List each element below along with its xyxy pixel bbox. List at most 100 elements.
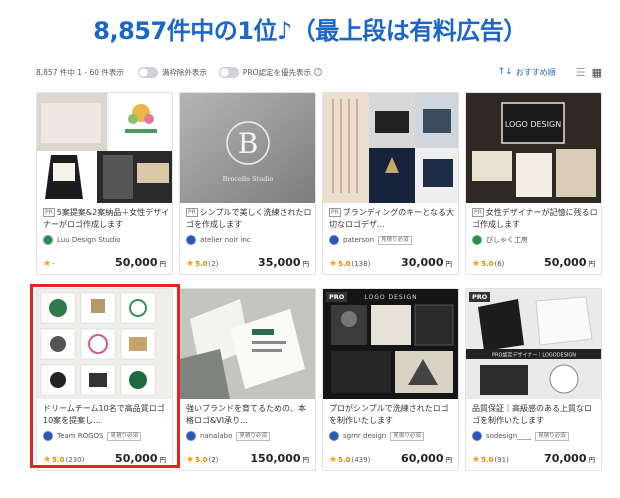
price: 70,000 円 [544,452,595,465]
service-thumbnail[interactable] [323,93,458,203]
title-text: 強いブランドを育てるための、本格ロゴ&VI承り... [186,404,306,425]
seller-name: ぴしゃく工房 [486,236,528,244]
price: 30,000 円 [401,256,452,269]
grid-view-icon[interactable]: ▦ [592,66,602,79]
help-icon[interactable]: ? [314,68,323,76]
avatar [43,235,53,245]
seller-name: nanalabo [200,432,233,440]
price-value: 30,000 [401,256,444,269]
results-toolbar: 8,857 件中 1 - 60 件表示 満枠除外表示 PRO認定を優先表示 ? … [36,64,602,80]
service-card[interactable]: 強いブランドを育てるための、本格ロゴ&VI承り... nanalabo 見積り必須… [179,288,316,471]
thumbnail-image: LOGO DESIGN [466,93,601,203]
service-title[interactable]: PR ブランディングのキーとなる大切なロゴデザ... [329,207,456,231]
seller[interactable]: sgmr design 見積り必須 [329,431,456,441]
seller-name: paterson [343,236,375,244]
service-title[interactable]: PR シンプルで美しく洗練されたロゴを作成します [186,207,313,231]
rating-score: 5.0 [195,260,208,268]
seller[interactable]: paterson 見積り必須 [329,235,456,245]
thumbnail-image [37,93,172,203]
pr-badge: PR [43,208,55,217]
list-view-icon[interactable]: ☰ [576,66,586,79]
pro-badge: PRO [326,292,348,302]
service-card[interactable]: LOGO DESIGN PRO プロがシンプルで洗練されたロゴを制作いたします … [322,288,459,471]
pr-badge: PR [186,208,198,217]
rating: ★ 5.0 (91) [472,455,509,465]
thumbnail-image [323,93,458,203]
rating-score: 5.0 [481,456,494,464]
service-card[interactable]: PR 5案提案&2案納品＋女性デザイナーがロゴ作成します Luu Design S… [36,92,173,275]
service-card[interactable]: PRO認定デザイナー｜LOGODESIGN PRO 品質保証｜高級感のある上質な… [465,288,602,471]
review-count: (439) [351,456,371,464]
seller-name: atelier noir inc [200,236,251,244]
sort-icon: ↑↓ [497,67,513,77]
service-card[interactable]: PR ブランディングのキーとなる大切なロゴデザ... paterson 見積り必須 … [322,92,459,275]
seller[interactable]: ぴしゃく工房 [472,235,599,245]
thumbnail-image: PRO認定デザイナー｜LOGODESIGN [466,289,601,399]
avatar [329,431,339,441]
review-count: (2) [208,456,219,464]
seller-name: sgmr design [343,432,387,440]
service-card[interactable]: LOGO DESIGN PR 女性デザイナーが記憶に残るロゴ作成します ぴしゃく工… [465,92,602,275]
service-thumbnail[interactable] [37,93,172,203]
rating: ★ 5.0 (6) [472,259,504,269]
service-title[interactable]: 強いブランドを育てるための、本格ロゴ&VI承り... [186,403,313,427]
ranking-banner: 8,857件中の1位♪（最上段は有料広告） [0,0,620,56]
rating: ★ - [43,259,55,269]
avatar [186,431,196,441]
title-text: プロがシンプルで洗練されたロゴを制作いたします [329,404,449,425]
price-value: 50,000 [115,256,158,269]
banner-text: 8,857件中の1位♪（最上段は有料広告） [93,16,527,45]
review-count: (91) [494,456,509,464]
service-title[interactable]: 品質保証｜高級感のある上質なロゴを制作いたします [472,403,599,427]
pro-badge: PRO [469,292,491,302]
service-title[interactable]: PR 5案提案&2案納品＋女性デザイナーがロゴ作成します [43,207,170,231]
rating: ★ 5.0 (2) [186,455,218,465]
price-value: 35,000 [258,256,301,269]
quote-required-badge: 見積り必須 [535,431,569,441]
pro-priority-toggle[interactable]: PRO認定を優先表示 ? [218,66,323,78]
service-thumbnail[interactable] [180,289,315,399]
star-icon: ★ [186,259,195,269]
quote-required-badge: 見積り必須 [236,431,270,441]
service-card[interactable]: B Brocello Studio PR シンプルで美しく洗練されたロゴを作成しま… [179,92,316,275]
star-icon: ★ [329,455,338,465]
review-count: (6) [494,260,505,268]
price: 50,000 円 [544,256,595,269]
exclude-full-toggle[interactable]: 満枠除外表示 [137,66,207,78]
star-icon: ★ [472,455,481,465]
star-icon: ★ [186,455,195,465]
rating-score: 5.0 [338,456,351,464]
service-thumbnail[interactable]: LOGO DESIGN PRO [323,289,458,399]
price: 60,000 円 [401,452,452,465]
seller[interactable]: nanalabo 見積り必須 [186,431,313,441]
title-text: ブランディングのキーとなる大切なロゴデザ... [329,208,454,229]
pr-badge: PR [329,208,341,217]
seller[interactable]: Luu Design Studio [43,235,170,245]
service-title[interactable]: プロがシンプルで洗練されたロゴを制作いたします [329,403,456,427]
review-count: (2) [208,260,219,268]
price: 50,000 円 [115,256,166,269]
toggle-label: PRO認定を優先表示 [242,67,312,77]
thumb-logo-letter: B [238,127,259,160]
toggle-switch[interactable] [137,66,158,78]
title-text: 女性デザイナーが記憶に残るロゴ作成します [472,208,598,229]
top-rank-highlight-box [30,284,180,468]
seller[interactable]: atelier noir inc [186,235,313,245]
rating: ★ 5.0 (138) [329,259,370,269]
thumbnail-image [180,289,315,399]
toggle-switch[interactable] [218,66,239,78]
sort-dropdown[interactable]: ↑↓ おすすめ順 [498,67,556,78]
quote-required-badge: 見積り必須 [378,235,412,245]
avatar [329,235,339,245]
service-title[interactable]: PR 女性デザイナーが記憶に残るロゴ作成します [472,207,599,231]
price-unit: 円 [302,456,310,464]
service-thumbnail[interactable]: PRO認定デザイナー｜LOGODESIGN PRO [466,289,601,399]
price-unit: 円 [588,456,596,464]
avatar [472,235,482,245]
service-thumbnail[interactable]: LOGO DESIGN [466,93,601,203]
service-thumbnail[interactable]: B Brocello Studio [180,93,315,203]
pr-badge: PR [472,208,484,217]
thumbnail-image: LOGO DESIGN [323,289,458,399]
seller[interactable]: sodesign____ 見積り必須 [472,431,599,441]
star-icon: ★ [43,259,52,269]
